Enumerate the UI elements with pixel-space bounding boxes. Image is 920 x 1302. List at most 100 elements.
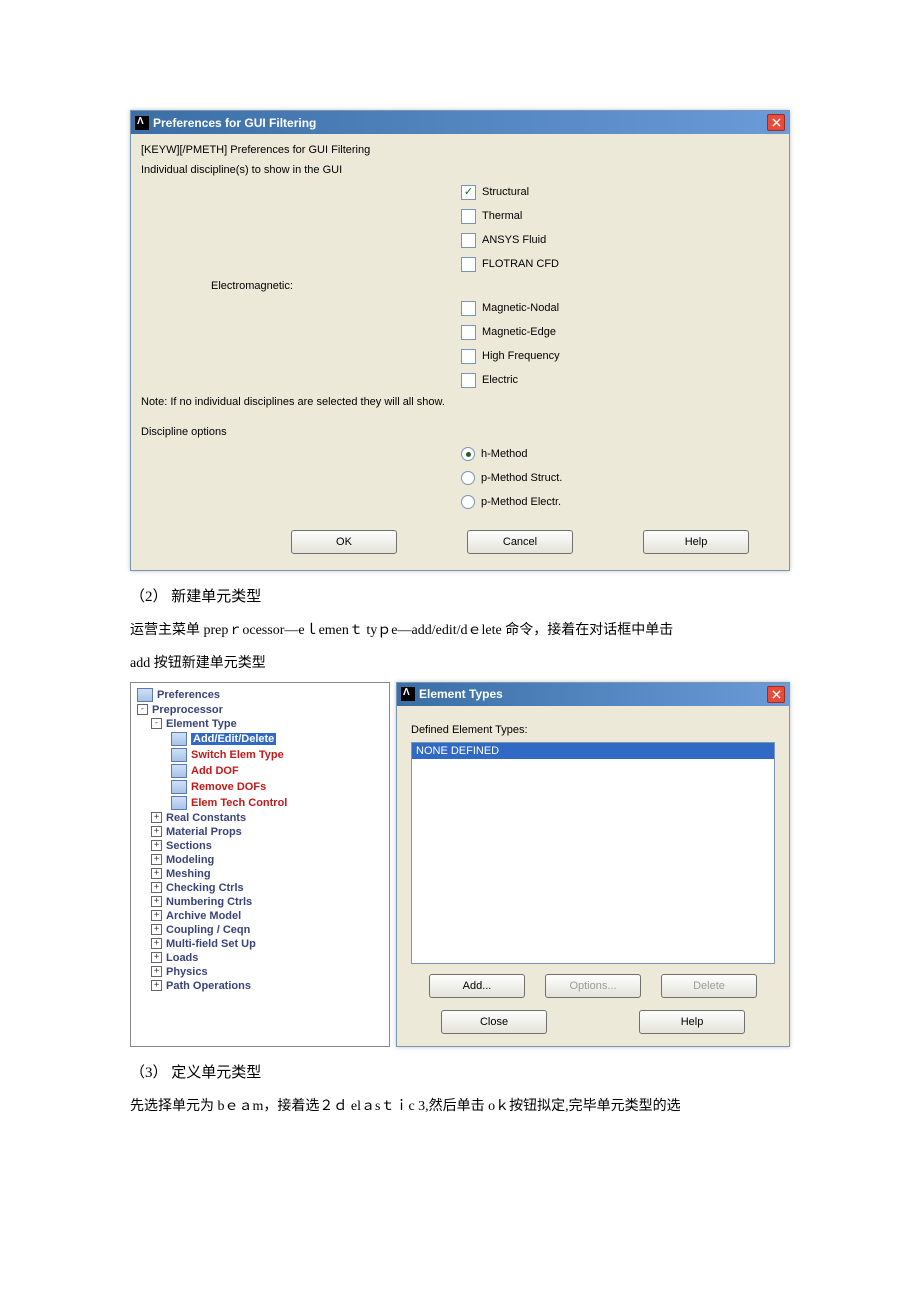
expand-icon[interactable]: +	[151, 966, 162, 977]
tree-add-edit-delete[interactable]: Add/Edit/Delete	[133, 731, 387, 747]
checkbox-high-freq[interactable]	[461, 349, 476, 364]
help-button[interactable]: Help	[639, 1010, 745, 1034]
checkbox-electric[interactable]	[461, 373, 476, 388]
tree-item[interactable]: +Checking Ctrls	[133, 881, 387, 895]
body-paragraph: 运营主菜单 prepｒocessor—eｌemenｔ tyｐe—add/edit…	[130, 616, 790, 647]
expand-icon[interactable]: +	[151, 812, 162, 823]
tree-item[interactable]: +Loads	[133, 951, 387, 965]
em-group-label: Electromagnetic:	[141, 276, 779, 296]
close-button[interactable]	[767, 686, 785, 703]
expand-icon[interactable]: +	[151, 910, 162, 921]
check-label: Magnetic-Nodal	[482, 302, 559, 314]
checkbox-thermal[interactable]	[461, 209, 476, 224]
delete-button: Delete	[661, 974, 757, 998]
tree-item[interactable]: +Archive Model	[133, 909, 387, 923]
options-button: Options...	[545, 974, 641, 998]
tree-item[interactable]: +Path Operations	[133, 979, 387, 993]
tree-label: Remove DOFs	[191, 781, 266, 793]
radio-label: p-Method Electr.	[481, 496, 561, 508]
check-ansys-fluid-row: ANSYS Fluid	[141, 228, 779, 252]
checkbox-mag-nodal[interactable]	[461, 301, 476, 316]
checkbox-mag-edge[interactable]	[461, 325, 476, 340]
expand-icon[interactable]: +	[151, 952, 162, 963]
tree-label: Preferences	[157, 689, 220, 701]
expand-icon[interactable]: +	[151, 980, 162, 991]
tree-label: Meshing	[166, 868, 211, 880]
collapse-icon[interactable]: -	[137, 704, 148, 715]
app-icon: Λ	[135, 116, 149, 130]
expand-icon[interactable]: +	[151, 924, 162, 935]
titlebar: Λ Element Types	[397, 683, 789, 706]
tree-preprocessor[interactable]: - Preprocessor	[133, 703, 387, 717]
tree-label: Add DOF	[191, 765, 239, 777]
command-icon	[171, 796, 187, 810]
tree-item[interactable]: + Physics	[133, 965, 387, 979]
tree-remove-dofs[interactable]: Remove DOFs	[133, 779, 387, 795]
help-button[interactable]: Help	[643, 530, 749, 554]
command-icon	[171, 732, 187, 746]
expand-icon[interactable]: +	[151, 854, 162, 865]
expand-icon[interactable]: +	[151, 840, 162, 851]
add-button[interactable]: Add...	[429, 974, 525, 998]
expand-icon[interactable]: +	[151, 826, 162, 837]
check-electric-row: Electric	[141, 368, 779, 392]
defined-types-listbox[interactable]: NONE DEFINED	[411, 742, 775, 964]
tree-item[interactable]: + Meshing	[133, 867, 387, 881]
ok-button[interactable]: OK	[291, 530, 397, 554]
tree-add-dof[interactable]: Add DOF	[133, 763, 387, 779]
tree-label: Real Constants	[166, 812, 246, 824]
step-3-heading: （3） 定义单元类型	[130, 1061, 790, 1082]
close-button[interactable]	[767, 114, 785, 131]
close-icon	[772, 690, 781, 699]
expand-icon[interactable]: +	[151, 896, 162, 907]
checkbox-structural[interactable]	[461, 185, 476, 200]
expand-icon[interactable]: +	[151, 882, 162, 893]
body-paragraph: add 按钮新建单元类型	[130, 649, 790, 680]
command-icon	[137, 688, 153, 702]
tree-item[interactable]: + Sections	[133, 839, 387, 853]
check-label: Electric	[482, 374, 518, 386]
tree-item[interactable]: + Multi-field Set Up	[133, 937, 387, 951]
expand-icon[interactable]: +	[151, 938, 162, 949]
tree-item[interactable]: +Material Props	[133, 825, 387, 839]
list-item[interactable]: NONE DEFINED	[412, 743, 774, 759]
body-paragraph: 先选择单元为 bｅａm，接着选２ｄ elａsｔｉc 3,然后单击 oｋ按钮拟定,…	[130, 1092, 790, 1123]
tree-label: Switch Elem Type	[191, 749, 284, 761]
tree-elem-tech[interactable]: Elem Tech Control	[133, 795, 387, 811]
checkbox-ansys-fluid[interactable]	[461, 233, 476, 248]
radio-p-struct[interactable]	[461, 471, 475, 485]
check-label: Magnetic-Edge	[482, 326, 556, 338]
tree-label: Multi-field Set Up	[166, 938, 256, 950]
command-icon	[171, 764, 187, 778]
dialog-subtitle: [KEYW][/PMETH] Preferences for GUI Filte…	[141, 140, 779, 160]
check-label: ANSYS Fluid	[482, 234, 546, 246]
collapse-icon[interactable]: -	[151, 718, 162, 729]
cancel-button[interactable]: Cancel	[467, 530, 573, 554]
radio-label: h-Method	[481, 448, 527, 460]
checkbox-flotran[interactable]	[461, 257, 476, 272]
tree-label: Physics	[166, 966, 208, 978]
tree-label: Elem Tech Control	[191, 797, 287, 809]
tree-item[interactable]: + Real Constants	[133, 811, 387, 825]
tree-item[interactable]: + Modeling	[133, 853, 387, 867]
element-types-dialog: Λ Element Types Defined Element Types: N…	[396, 682, 790, 1047]
radio-p-electr[interactable]	[461, 495, 475, 509]
tree-item[interactable]: +Numbering Ctrls	[133, 895, 387, 909]
tree-label: Modeling	[166, 854, 214, 866]
tree-item[interactable]: +Coupling / Ceqn	[133, 923, 387, 937]
radio-p-electr-row: p-Method Electr.	[141, 490, 779, 514]
tree-label: Element Type	[166, 718, 237, 730]
dialog-title: Preferences for GUI Filtering	[153, 116, 316, 130]
tree-element-type[interactable]: - Element Type	[133, 717, 387, 731]
tree-preferences[interactable]: Preferences	[133, 687, 387, 703]
tree-switch-elem[interactable]: Switch Elem Type	[133, 747, 387, 763]
check-mag-edge-row: Magnetic-Edge	[141, 320, 779, 344]
expand-icon[interactable]: +	[151, 868, 162, 879]
radio-h-method[interactable]	[461, 447, 475, 461]
close-dialog-button[interactable]: Close	[441, 1010, 547, 1034]
check-thermal-row: Thermal	[141, 204, 779, 228]
preferences-dialog: Λ Preferences for GUI Filtering [KEYW][/…	[130, 110, 790, 571]
tree-label: Sections	[166, 840, 212, 852]
step-2-heading: （2） 新建单元类型	[130, 585, 790, 606]
check-flotran-row: FLOTRAN CFD	[141, 252, 779, 276]
